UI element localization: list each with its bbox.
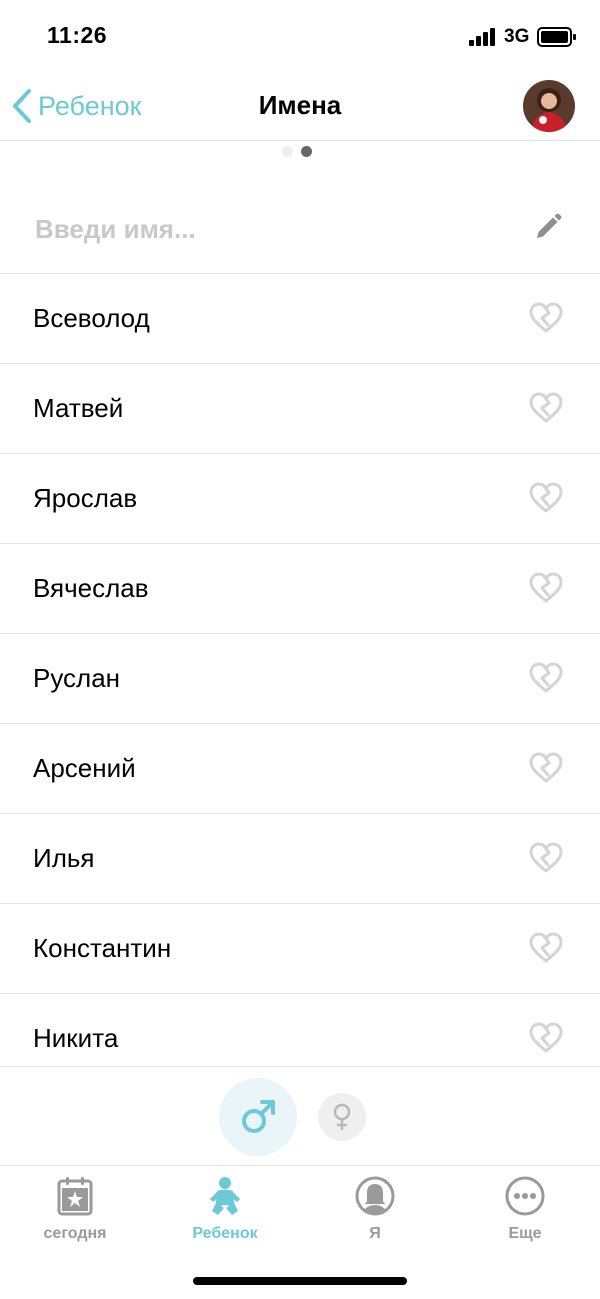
- gender-female-button[interactable]: [318, 1093, 366, 1141]
- home-indicator: [193, 1277, 407, 1285]
- female-symbol-icon: [333, 1103, 351, 1130]
- name-label: Никита: [33, 1023, 119, 1053]
- avatar[interactable]: [523, 80, 575, 132]
- list-item[interactable]: Константин: [0, 904, 600, 994]
- name-input-row: [0, 184, 600, 274]
- broken-heart-icon[interactable]: [528, 662, 564, 699]
- name-label: Матвей: [33, 393, 124, 423]
- battery-icon: [537, 27, 577, 52]
- tab-me-label: Я: [369, 1225, 381, 1242]
- broken-heart-icon[interactable]: [528, 1022, 564, 1059]
- name-label: Вячеслав: [33, 573, 149, 603]
- tab-today[interactable]: сегодня: [0, 1176, 150, 1243]
- tab-child-label: Ребенок: [192, 1225, 258, 1242]
- broken-heart-icon[interactable]: [528, 932, 564, 969]
- network-type: 3G: [504, 26, 530, 47]
- tab-me[interactable]: Я: [300, 1176, 450, 1243]
- list-item[interactable]: Никита: [0, 994, 600, 1066]
- status-time: 11:26: [47, 22, 108, 48]
- names-list: Всеволод Матвей Ярослав Вячеслав Руслан Арсен…: [0, 274, 600, 1066]
- page-indicator: [282, 146, 312, 157]
- list-item[interactable]: Руслан: [0, 634, 600, 724]
- male-symbol-icon: [242, 1100, 275, 1133]
- list-item[interactable]: Илья: [0, 814, 600, 904]
- list-item[interactable]: Арсений: [0, 724, 600, 814]
- broken-heart-icon[interactable]: [528, 302, 564, 339]
- name-label: Илья: [33, 843, 95, 873]
- list-item[interactable]: Вячеслав: [0, 544, 600, 634]
- page-dot: [282, 146, 293, 157]
- tab-more-label: Еще: [508, 1225, 542, 1242]
- name-input[interactable]: [33, 204, 507, 254]
- gender-male-button[interactable]: [219, 1078, 297, 1156]
- broken-heart-icon[interactable]: [528, 392, 564, 429]
- list-item[interactable]: Всеволод: [0, 274, 600, 364]
- status-bar: 11:26 3G: [0, 0, 600, 72]
- tab-child[interactable]: Ребенок: [150, 1176, 300, 1243]
- name-label: Ярослав: [33, 483, 138, 513]
- navigation-bar: Ребенок Имена: [0, 72, 600, 141]
- more-dots-icon: [505, 1176, 545, 1216]
- list-item[interactable]: Матвей: [0, 364, 600, 454]
- name-label: Арсений: [33, 753, 136, 783]
- broken-heart-icon[interactable]: [528, 572, 564, 609]
- broken-heart-icon[interactable]: [528, 842, 564, 879]
- woman-icon: [355, 1176, 395, 1216]
- cellular-signal-icon: [469, 28, 497, 51]
- name-label: Руслан: [33, 663, 121, 693]
- page-dot-active: [301, 146, 312, 157]
- tab-more[interactable]: Еще: [450, 1176, 600, 1243]
- list-item[interactable]: Ярослав: [0, 454, 600, 544]
- name-label: Константин: [33, 933, 172, 963]
- broken-heart-icon[interactable]: [528, 482, 564, 519]
- calendar-star-icon: [57, 1177, 93, 1216]
- page-title: Имена: [258, 90, 342, 120]
- tab-today-label: сегодня: [43, 1225, 107, 1242]
- name-label: Всеволод: [33, 303, 150, 333]
- broken-heart-icon[interactable]: [528, 752, 564, 789]
- gender-toggle: [0, 1066, 600, 1166]
- baby-icon: [210, 1177, 240, 1215]
- pencil-icon[interactable]: [533, 212, 563, 247]
